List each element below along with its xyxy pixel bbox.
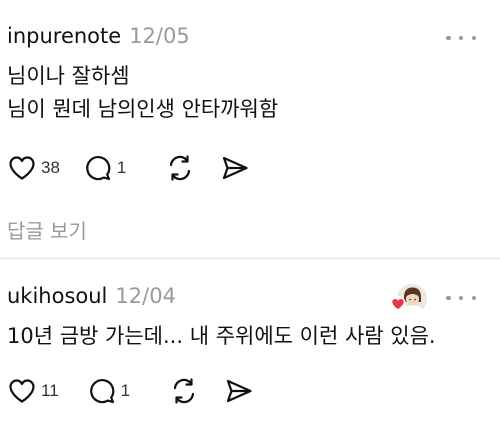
more-dots-icon: [471, 295, 476, 301]
reply-count: 1: [116, 158, 127, 177]
view-replies-link[interactable]: 답글 보기: [7, 215, 87, 244]
comment-item: inpurenote 12/05 님이나 잘하셈 님이 뭔데 남의인생 안타까워…: [0, 0, 500, 258]
reply-count: 1: [120, 381, 131, 400]
action-bar: 11 1: [8, 374, 253, 408]
comment-text: 10년 금방 가는데... 내 주위에도 이런 사람 있음.: [7, 320, 436, 353]
share-button[interactable]: [221, 155, 249, 181]
like-button[interactable]: 11: [8, 378, 59, 404]
username[interactable]: inpurenote: [7, 24, 121, 48]
comment-header: ukihosoul 12/04: [7, 284, 176, 308]
share-send-icon: [223, 156, 248, 180]
repost-icon: [174, 378, 195, 404]
comment-text-line: 님이나 잘하셈: [7, 64, 130, 88]
reply-button[interactable]: 1: [88, 377, 130, 405]
like-count: 11: [41, 381, 59, 400]
heart-badge-icon: [390, 296, 406, 312]
more-dots-icon: [446, 35, 451, 41]
more-dots-icon: [458, 35, 464, 41]
more-dots-icon: [446, 295, 451, 301]
speech-bubble-icon: [89, 379, 114, 404]
comment-date: 12/05: [129, 24, 190, 48]
comment-header: inpurenote 12/05: [7, 24, 190, 48]
speech-bubble-icon: [86, 156, 111, 181]
comment-text-line: 10년 금방 가는데... 내 주위에도 이런 사람 있음.: [7, 324, 436, 348]
heart-outline-icon: [9, 156, 35, 180]
share-send-icon: [227, 379, 252, 403]
like-button[interactable]: 38: [8, 155, 60, 181]
like-count: 38: [41, 158, 60, 177]
more-options-button[interactable]: [446, 30, 476, 46]
share-button[interactable]: [225, 378, 253, 404]
comment-text-line: 님이 뭔데 남의인생 안타까워함: [7, 97, 279, 121]
more-dots-icon: [458, 295, 464, 301]
comment-item: ukihosoul 12/04 10년 금방 가는데... 내 주위에도 이런 …: [0, 260, 500, 428]
heart-outline-icon: [9, 379, 35, 403]
repost-button[interactable]: [166, 154, 194, 182]
more-options-button[interactable]: [446, 290, 476, 306]
username[interactable]: ukihosoul: [7, 284, 107, 308]
comment-date: 12/04: [115, 284, 176, 308]
more-dots-icon: [471, 35, 476, 41]
repost-icon: [170, 155, 191, 181]
action-bar: 38 1: [8, 151, 249, 185]
repost-button[interactable]: [170, 377, 198, 405]
comment-text: 님이나 잘하셈 님이 뭔데 남의인생 안타까워함: [7, 60, 278, 126]
reply-button[interactable]: 1: [84, 154, 126, 182]
